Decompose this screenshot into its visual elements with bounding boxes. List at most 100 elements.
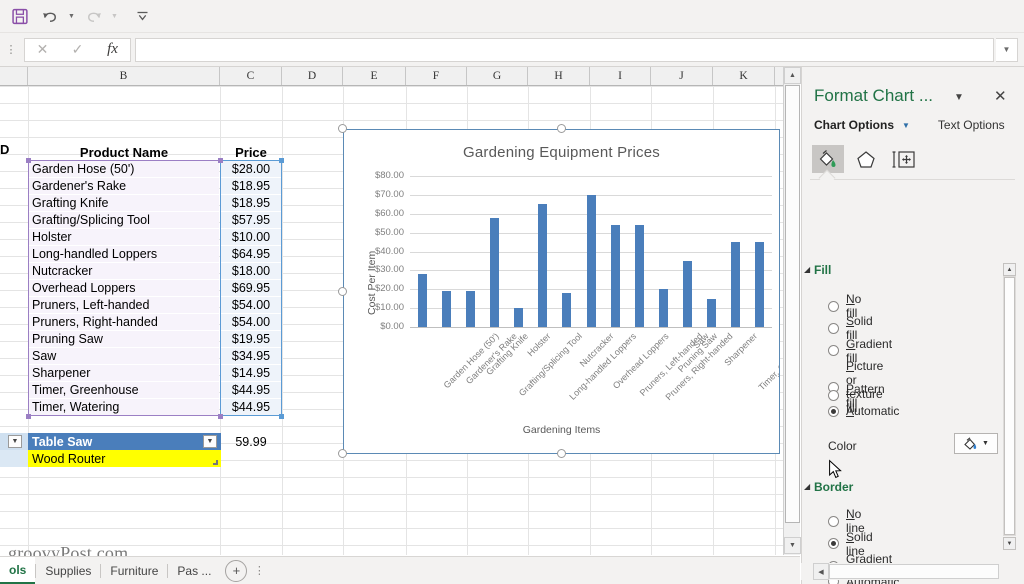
selection-handle[interactable] (218, 158, 223, 163)
save-icon[interactable] (5, 3, 35, 29)
chart-bar[interactable] (611, 225, 620, 327)
chart-resize-handle[interactable] (556, 449, 566, 458)
chart-bar[interactable] (442, 291, 451, 327)
tab-chart-options[interactable]: Chart Options (814, 118, 894, 132)
cell-active-row-price[interactable]: 59.99 (221, 433, 281, 450)
fill-option-automatic[interactable]: Automatic (828, 404, 899, 418)
size-and-properties-icon[interactable] (888, 145, 920, 173)
redo-icon[interactable] (78, 3, 108, 29)
column-header-F[interactable]: F (406, 67, 467, 85)
sheet-tab-pas-[interactable]: Pas ... (168, 557, 220, 584)
chart-resize-handle[interactable] (338, 449, 347, 458)
column-header-E[interactable]: E (343, 67, 406, 85)
selection-handle[interactable] (26, 414, 31, 419)
column-header-I[interactable]: I (590, 67, 651, 85)
column-header-G[interactable]: G (467, 67, 528, 85)
column-headers: BCDEFGHIJK (0, 67, 800, 86)
radio-button[interactable] (828, 322, 839, 334)
panel-title-dropdown-icon[interactable]: ▼ (954, 92, 964, 103)
chart-bar[interactable] (635, 225, 644, 327)
radio-button[interactable] (828, 405, 839, 417)
chart-bar[interactable] (587, 195, 596, 327)
chevron-down-icon[interactable]: ▼ (982, 440, 989, 447)
radio-button[interactable] (828, 515, 839, 527)
chevron-down-icon[interactable]: ▼ (902, 121, 910, 130)
radio-button[interactable] (828, 538, 839, 550)
vertical-scrollbar[interactable]: ▲ ▼ (783, 67, 801, 555)
insert-function-icon[interactable]: fx (95, 39, 130, 61)
chart-bar[interactable] (755, 242, 764, 327)
selection-handle[interactable] (26, 158, 31, 163)
column-header-K[interactable]: K (713, 67, 775, 85)
add-sheet-icon[interactable]: + (225, 559, 248, 582)
scroll-down-arrow[interactable]: ▼ (784, 537, 801, 554)
selection-handle[interactable] (279, 158, 284, 163)
more-vertical-icon[interactable]: ⋮ (252, 554, 266, 584)
chart-bar[interactable] (731, 242, 740, 327)
chart-object[interactable]: Gardening Equipment Prices Cost Per Item $… (343, 129, 780, 454)
radio-button[interactable] (828, 300, 839, 312)
column-header-H[interactable]: H (528, 67, 590, 85)
effects-icon[interactable] (850, 145, 882, 173)
enter-icon[interactable]: ✓ (60, 39, 95, 61)
chart-bar[interactable] (538, 204, 547, 327)
active-cell-table-saw[interactable]: Table Saw (28, 433, 221, 450)
panel-scroll-left-arrow[interactable]: ◀ (813, 563, 829, 580)
sheet-tab-ols[interactable]: ols (0, 557, 36, 584)
chart-bar[interactable] (659, 289, 668, 327)
formula-input[interactable] (135, 37, 994, 62)
chart-bar[interactable] (418, 274, 427, 327)
name-box-grip-icon[interactable]: ⋮ (0, 33, 22, 67)
panel-horizontal-scrollbar[interactable]: ◀ (801, 563, 1024, 580)
panel-hscroll-thumb[interactable] (829, 564, 999, 579)
corner-cell[interactable] (0, 67, 28, 85)
tab-text-options[interactable]: Text Options (938, 118, 1005, 132)
cell-header-product-name[interactable]: Product Name (29, 144, 219, 161)
sheet-tab-furniture[interactable]: Furniture (101, 557, 167, 584)
chart-resize-handle[interactable] (338, 286, 347, 296)
autofilter-dropdown-left[interactable]: ▼ (8, 435, 22, 448)
vertical-scroll-thumb[interactable] (785, 85, 800, 523)
redo-dropdown-icon[interactable]: ▼ (108, 3, 121, 29)
chart-title[interactable]: Gardening Equipment Prices (344, 144, 779, 161)
chart-bar[interactable] (707, 299, 716, 327)
row-header-edit[interactable] (0, 450, 28, 467)
cell-wood-router[interactable]: Wood Router (28, 450, 221, 467)
sheet-tab-supplies[interactable]: Supplies (36, 557, 100, 584)
selection-handle[interactable] (218, 414, 223, 419)
formula-bar-expand-icon[interactable]: ▼ (996, 37, 1018, 62)
radio-button[interactable] (828, 390, 839, 402)
undo-dropdown-icon[interactable]: ▼ (65, 3, 78, 29)
chart-bar[interactable] (490, 218, 499, 327)
fill-and-line-icon[interactable] (812, 145, 844, 173)
panel-scroll-thumb[interactable] (1004, 277, 1015, 535)
fill-handle[interactable] (213, 460, 218, 465)
format-chart-area-panel: Format Chart ... ▼ ✕ Chart Options ▼ Tex… (801, 67, 1024, 584)
chart-bar[interactable] (683, 261, 692, 327)
close-icon[interactable]: ✕ (994, 87, 1007, 105)
chart-bar[interactable] (466, 291, 475, 327)
column-header-J[interactable]: J (651, 67, 713, 85)
scroll-up-arrow[interactable]: ▲ (784, 67, 801, 84)
chart-bar[interactable] (514, 308, 523, 327)
selection-handle[interactable] (279, 414, 284, 419)
column-header-D[interactable]: D (282, 67, 343, 85)
cancel-icon[interactable]: ✕ (25, 39, 60, 61)
fill-section-toggle-icon[interactable]: ◢ (804, 265, 810, 274)
chart-resize-handle[interactable] (338, 124, 347, 133)
chart-bar[interactable] (562, 293, 571, 327)
customize-toolbar-icon[interactable] (127, 3, 157, 29)
border-section-toggle-icon[interactable]: ◢ (804, 482, 810, 491)
panel-vertical-scrollbar[interactable] (1003, 276, 1016, 536)
radio-button[interactable] (828, 345, 839, 357)
autofilter-dropdown-right[interactable]: ▼ (203, 435, 217, 448)
cell-header-price[interactable]: Price (221, 144, 281, 161)
undo-icon[interactable] (35, 3, 65, 29)
fill-color-button[interactable]: ▼ (954, 433, 998, 454)
column-header-B[interactable]: B (28, 67, 220, 85)
panel-scroll-down-arrow[interactable]: ▼ (1003, 537, 1016, 550)
panel-scroll-up-arrow[interactable]: ▲ (1003, 263, 1016, 276)
chart-resize-handle[interactable] (556, 124, 566, 133)
x-axis-title[interactable]: Gardening Items (344, 424, 779, 436)
column-header-C[interactable]: C (220, 67, 282, 85)
